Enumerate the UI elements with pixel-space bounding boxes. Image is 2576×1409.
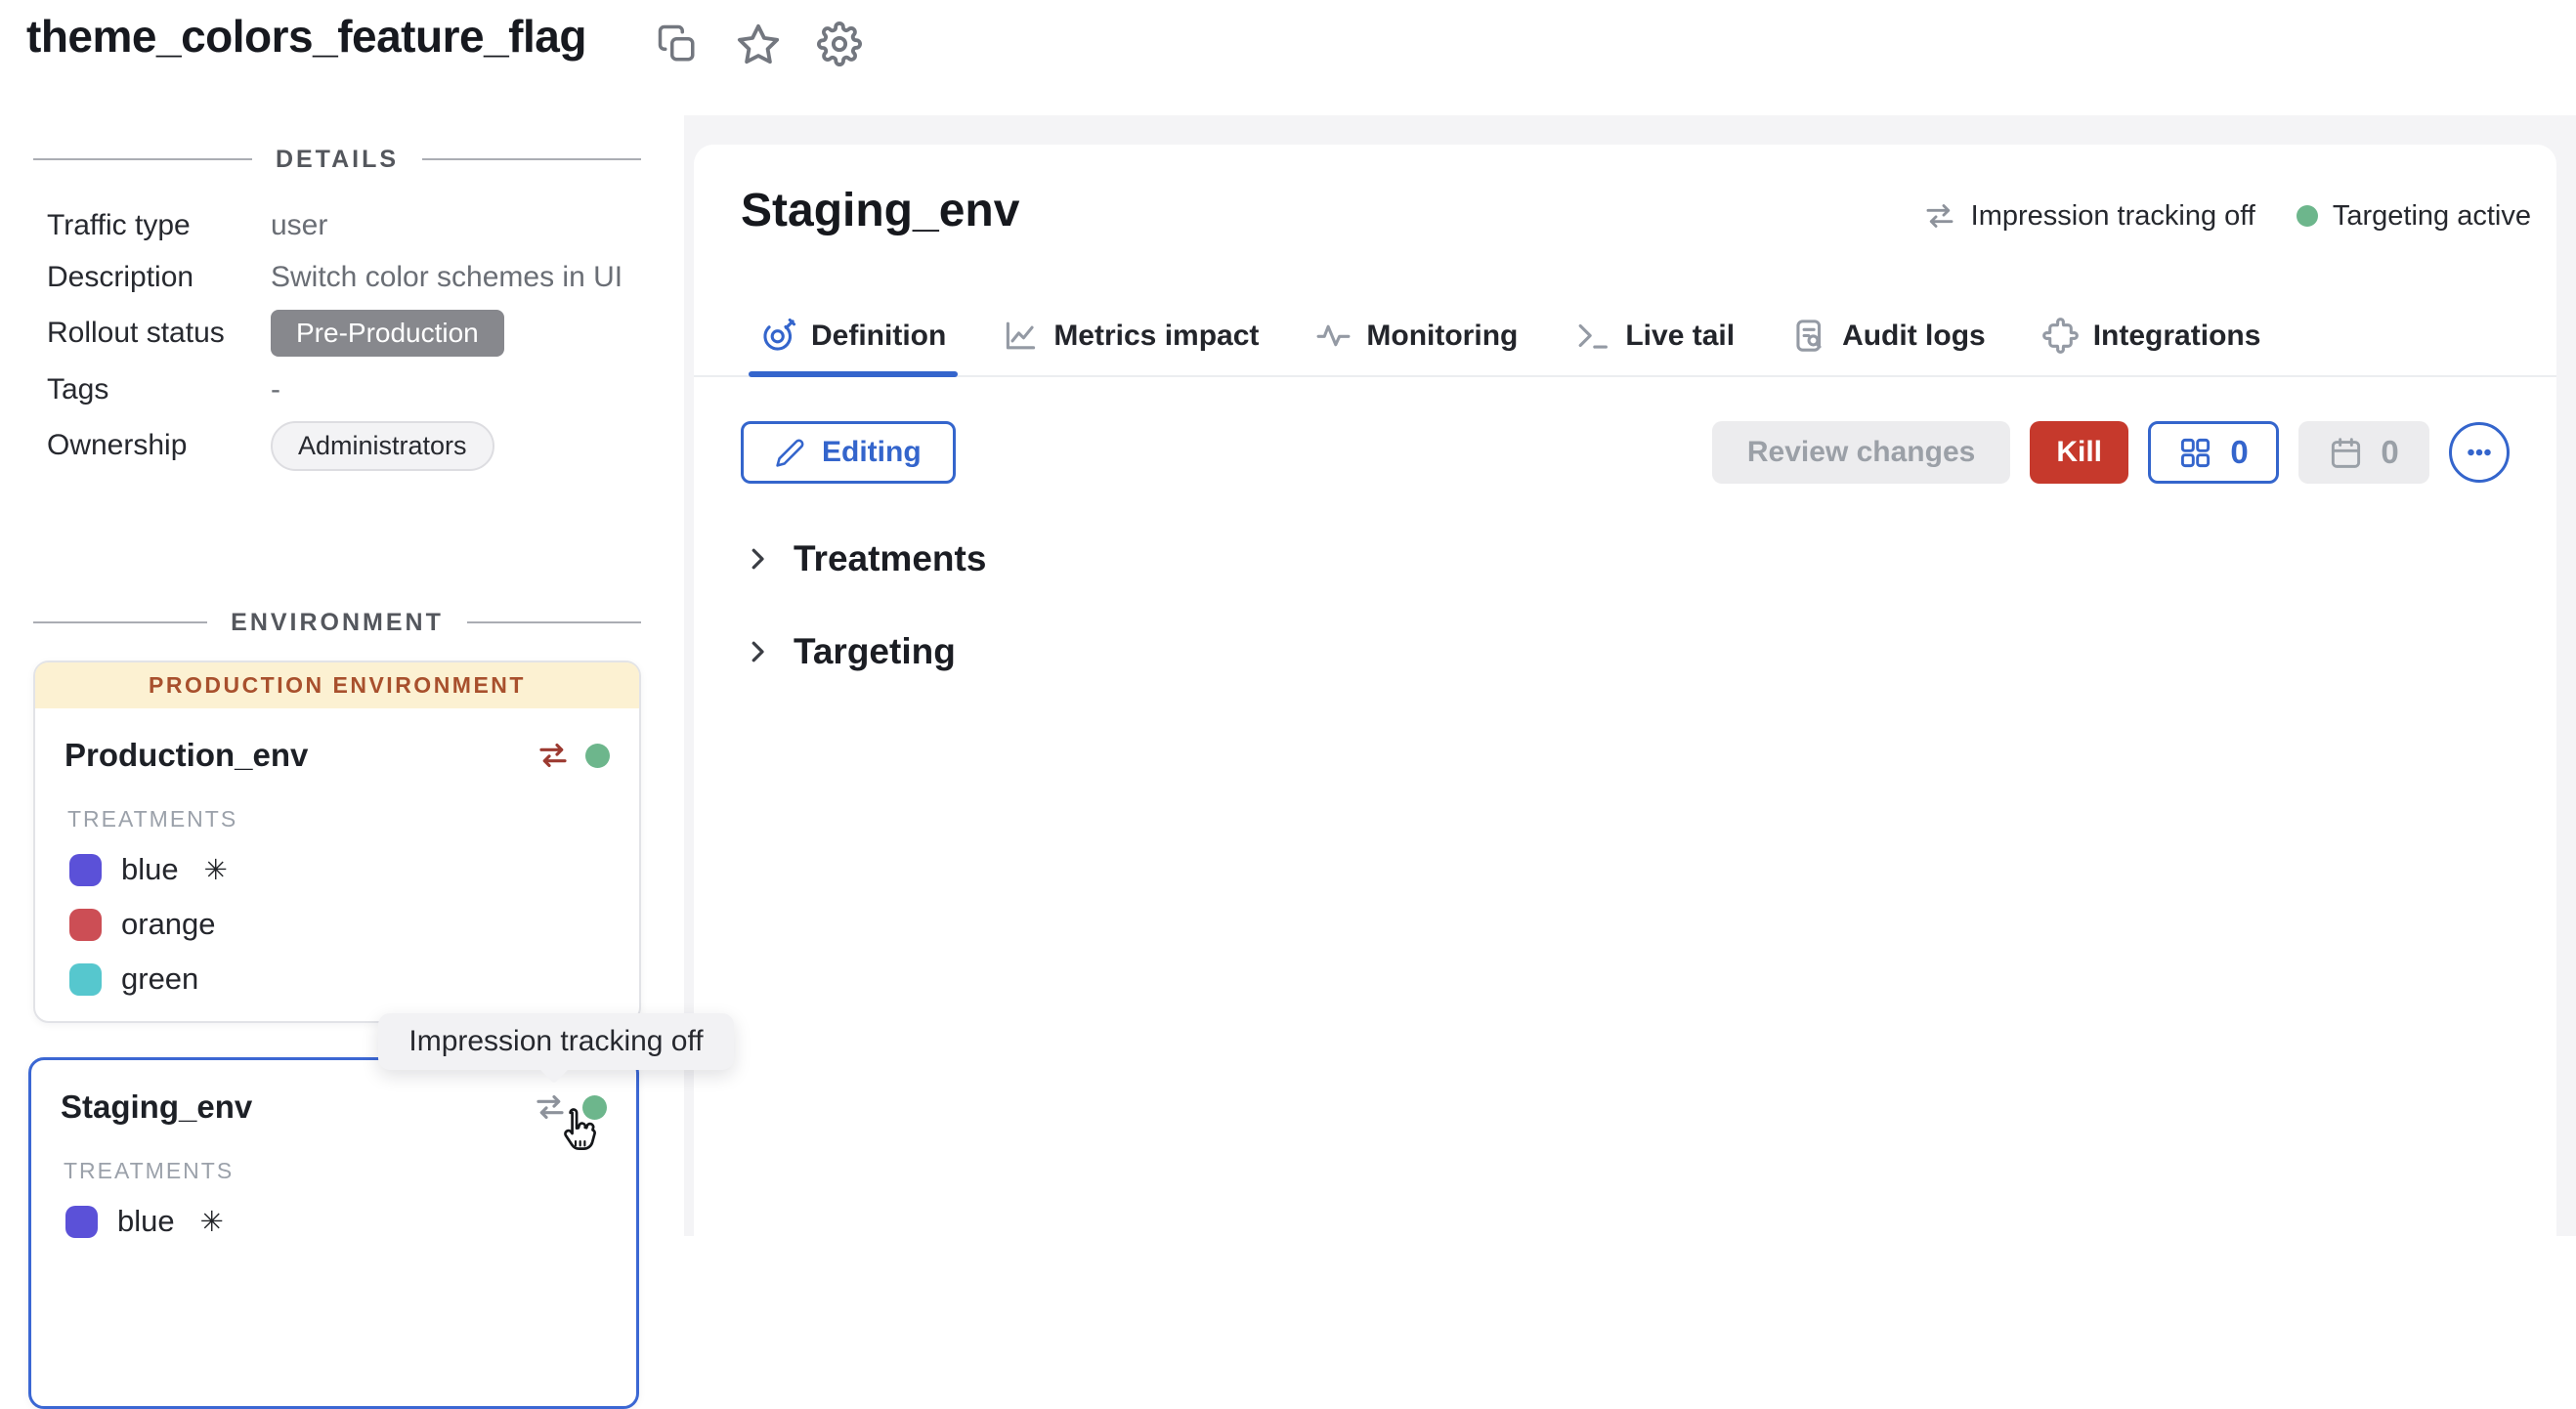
editing-button[interactable]: Editing bbox=[741, 421, 956, 484]
ownership-pill[interactable]: Administrators bbox=[271, 421, 494, 471]
environment-name: Production_env bbox=[64, 737, 308, 774]
tab-label: Integrations bbox=[2093, 320, 2261, 353]
monitoring-pulse-icon bbox=[1315, 318, 1352, 354]
tab-label: Metrics impact bbox=[1053, 320, 1259, 353]
tab-live-tail[interactable]: Live tail bbox=[1574, 318, 1735, 377]
treatments-label: TREATMENTS bbox=[67, 806, 639, 833]
treatment-row-blue: blue ✳ bbox=[65, 1204, 636, 1239]
star-icon[interactable] bbox=[734, 20, 783, 68]
pencil-icon bbox=[775, 438, 805, 468]
alerts-counter-button[interactable]: 0 bbox=[2148, 421, 2279, 484]
more-actions-button[interactable] bbox=[2449, 422, 2510, 483]
targeting-status: Targeting active bbox=[2297, 200, 2531, 233]
treatment-swatch bbox=[69, 963, 102, 996]
environment-section-title: ENVIRONMENT bbox=[231, 609, 444, 637]
impressions-arrows-icon bbox=[1923, 199, 1956, 233]
calendar-icon bbox=[2329, 436, 2363, 470]
treatments-label: TREATMENTS bbox=[64, 1158, 636, 1184]
gear-icon[interactable] bbox=[815, 20, 864, 68]
rollout-status-badge: Pre-Production bbox=[271, 310, 504, 357]
schedule-counter-button[interactable]: 0 bbox=[2298, 421, 2429, 484]
treatment-swatch bbox=[65, 1206, 98, 1238]
environment-card-production[interactable]: PRODUCTION ENVIRONMENT Production_env TR… bbox=[33, 661, 641, 1023]
targeting-active-dot bbox=[2297, 205, 2318, 227]
impression-tracking-status: Impression tracking off bbox=[1923, 199, 2255, 233]
treatment-row-blue: blue ✳ bbox=[69, 852, 639, 887]
alerts-count: 0 bbox=[2230, 434, 2248, 471]
treatments-section-label: Treatments bbox=[794, 538, 986, 579]
treatment-swatch bbox=[69, 854, 102, 886]
toolbar-right-group: Review changes Kill 0 0 bbox=[1712, 421, 2510, 484]
impression-tracking-label: Impression tracking off bbox=[1971, 200, 2255, 233]
tab-bar: Definition Metrics impact Monitoring Liv… bbox=[741, 307, 2260, 377]
page-title: theme_colors_feature_flag bbox=[26, 10, 586, 63]
ellipsis-icon bbox=[2463, 436, 2496, 469]
tab-integrations[interactable]: Integrations bbox=[2042, 318, 2261, 377]
tab-monitoring[interactable]: Monitoring bbox=[1315, 318, 1518, 377]
detail-row-description: Description Switch color schemes in UI bbox=[33, 251, 641, 303]
environment-detail-panel: Staging_env Impression tracking off Targ… bbox=[694, 145, 2556, 1307]
audit-log-icon bbox=[1791, 318, 1827, 354]
detail-row-rollout-status: Rollout status Pre-Production bbox=[33, 303, 641, 363]
chevron-right-icon bbox=[743, 637, 772, 666]
chevron-right-icon bbox=[743, 544, 772, 574]
impression-tracking-toggle-icon[interactable] bbox=[537, 739, 570, 772]
tab-label: Live tail bbox=[1625, 320, 1735, 353]
tab-label: Audit logs bbox=[1842, 320, 1986, 353]
review-changes-button[interactable]: Review changes bbox=[1712, 421, 2010, 484]
treatment-row-green: green bbox=[69, 961, 639, 997]
default-treatment-marker: ✳ bbox=[200, 1205, 224, 1238]
tab-label: Definition bbox=[811, 320, 946, 353]
environment-card-staging[interactable]: Staging_env TREATMENTS blue ✳ bbox=[28, 1057, 639, 1409]
editing-label: Editing bbox=[822, 436, 922, 469]
detail-row-tags: Tags - bbox=[33, 363, 641, 415]
environment-status-row: Impression tracking off Targeting active bbox=[1923, 199, 2531, 233]
targeting-section-label: Targeting bbox=[794, 631, 956, 672]
environment-title: Staging_env bbox=[741, 184, 1019, 237]
mouse-cursor-hand bbox=[550, 1107, 601, 1160]
tab-label: Monitoring bbox=[1366, 320, 1518, 353]
production-environment-banner: PRODUCTION ENVIRONMENT bbox=[35, 662, 639, 708]
environment-name: Staging_env bbox=[61, 1089, 252, 1126]
details-section-title: DETAILS bbox=[276, 146, 399, 174]
topbar-actions bbox=[653, 20, 864, 68]
definition-toolbar: Editing Review changes Kill 0 0 bbox=[741, 421, 2510, 484]
grid-icon bbox=[2178, 436, 2212, 470]
details-section-divider: DETAILS bbox=[33, 145, 641, 174]
active-tab-underline bbox=[749, 371, 958, 377]
kill-button[interactable]: Kill bbox=[2030, 421, 2128, 484]
tab-audit-logs[interactable]: Audit logs bbox=[1791, 318, 1986, 377]
definition-target-icon bbox=[760, 318, 796, 354]
tab-metrics-impact[interactable]: Metrics impact bbox=[1003, 318, 1259, 377]
details-list: Traffic type user Description Switch col… bbox=[33, 199, 641, 476]
targeting-section-toggle[interactable]: Targeting bbox=[743, 631, 956, 672]
impression-tracking-tooltip: Impression tracking off bbox=[378, 1013, 734, 1070]
detail-row-traffic-type: Traffic type user bbox=[33, 199, 641, 251]
puzzle-icon bbox=[2042, 318, 2079, 354]
targeting-active-dot bbox=[585, 744, 610, 768]
tab-definition[interactable]: Definition bbox=[760, 318, 946, 377]
metrics-chart-icon bbox=[1003, 318, 1039, 354]
terminal-icon bbox=[1574, 318, 1610, 354]
treatment-swatch bbox=[69, 909, 102, 941]
treatment-row-orange: orange bbox=[69, 907, 639, 942]
schedule-count: 0 bbox=[2381, 434, 2398, 471]
treatments-section-toggle[interactable]: Treatments bbox=[743, 538, 986, 579]
default-treatment-marker: ✳ bbox=[204, 853, 228, 886]
copy-icon[interactable] bbox=[653, 20, 702, 68]
detail-row-ownership: Ownership Administrators bbox=[33, 415, 641, 476]
environment-section-divider: ENVIRONMENT bbox=[33, 608, 641, 637]
targeting-active-label: Targeting active bbox=[2333, 200, 2531, 233]
